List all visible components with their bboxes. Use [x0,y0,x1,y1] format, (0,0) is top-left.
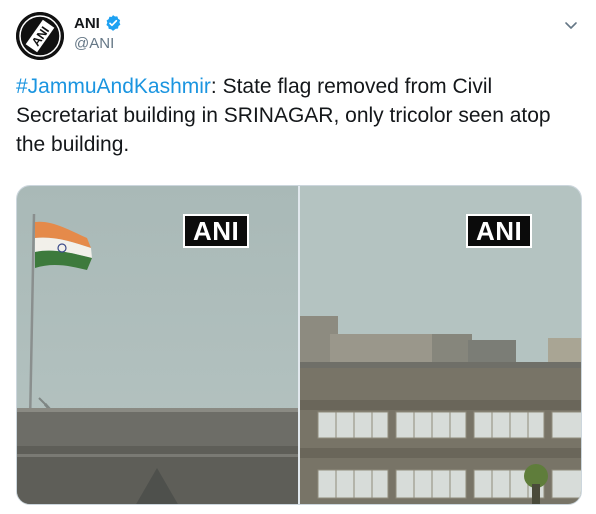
photo-left[interactable]: ANI [17,186,298,504]
author-handle[interactable]: @ANI [74,35,114,52]
photo-left-scene [17,186,298,504]
media-grid: ANI ANI [16,185,582,505]
chevron-down-icon[interactable] [562,16,580,34]
author-display-name[interactable]: ANI [74,15,100,32]
photo-right-scene [300,186,581,504]
photo-right[interactable]: ANI [300,186,581,504]
avatar[interactable]: ANI [16,12,64,60]
hashtag-link[interactable]: #JammuAndKashmir [16,75,211,98]
ani-watermark-left: ANI [183,214,250,248]
tweet-text: #JammuAndKashmir: State flag removed fro… [16,72,576,159]
author-name-row: ANI [74,14,122,32]
ani-watermark-right: ANI [466,214,533,248]
tweet-card: ANI ANI @ANI #JammuAndKashmir: State fla… [0,0,596,514]
verified-badge-icon [104,14,122,32]
